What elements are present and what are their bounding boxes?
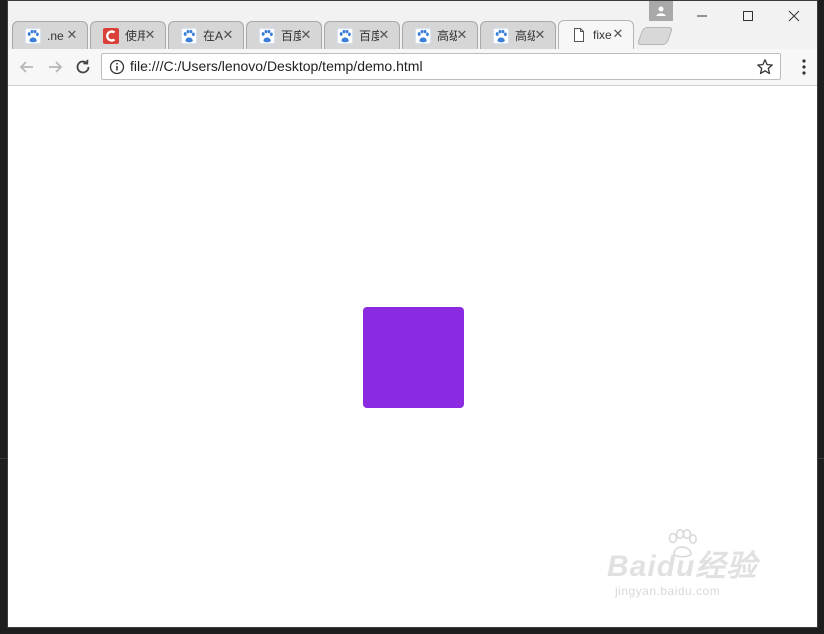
menu-dots-icon[interactable] [801,58,807,76]
bookmark-star-icon[interactable] [756,58,774,76]
page-viewport: Baidu经验 jingyan.baidu.com [8,86,817,627]
tab-title: fixe [593,28,612,42]
tab-title: 百度 [359,29,379,43]
tab-favicon [493,27,509,44]
tab-close-icon[interactable]: ✕ [533,27,547,42]
tab-close-icon[interactable]: ✕ [299,27,313,42]
tab-close-icon[interactable]: ✕ [377,27,391,42]
browser-tab[interactable]: 百度 ✕ [246,21,322,49]
title-bar: .ne ✕ 使用 ✕ 在A ✕ 百度 ✕ 百度 ✕ 高级 ✕ 高级 ✕ fixe ✕ [8,1,817,49]
baidu-paw-icon [259,27,275,44]
baidu-paw-icon [415,27,431,44]
tab-title: 高级 [515,29,535,43]
tab-close-icon[interactable]: ✕ [611,26,625,41]
tab-favicon [103,27,119,44]
arrow-right-icon [49,61,63,73]
back-button[interactable] [16,56,38,78]
forward-button[interactable] [44,56,66,78]
tab-favicon [337,27,353,44]
page-icon [574,28,584,42]
tab-close-icon[interactable]: ✕ [143,27,157,42]
browser-tab[interactable]: 高级 ✕ [480,21,556,49]
tab-favicon [415,27,431,44]
new-tab-button[interactable] [636,27,674,45]
tab-strip: .ne ✕ 使用 ✕ 在A ✕ 百度 ✕ 百度 ✕ 高级 ✕ 高级 ✕ fixe ✕ [12,19,674,49]
minimize-icon [697,15,707,17]
browser-tab[interactable]: 百度 ✕ [324,21,400,49]
reload-icon [76,59,90,74]
tab-title: 百度 [281,29,301,43]
arrow-left-icon [19,61,33,73]
window-controls [679,1,817,31]
maximize-icon [743,11,753,21]
tab-favicon [571,27,587,43]
browser-tab[interactable]: fixe ✕ [558,20,634,49]
browser-tab[interactable]: 使用 ✕ [90,21,166,49]
person-icon [656,6,666,16]
tab-close-icon[interactable]: ✕ [65,27,79,42]
tab-close-icon[interactable]: ✕ [455,27,469,42]
reload-button[interactable] [72,56,94,78]
browser-toolbar: file:///C:/Users/lenovo/Desktop/temp/dem… [8,49,817,86]
tab-close-icon[interactable]: ✕ [221,27,235,42]
baidu-jingyan-watermark: Baidu经验 jingyan.baidu.com [607,529,777,609]
baidu-paw-icon [181,27,197,44]
tab-title: 使用 [125,29,145,43]
fixed-purple-box [363,307,464,408]
minimize-button[interactable] [679,1,725,31]
close-icon [788,10,800,22]
profile-button[interactable] [649,1,673,21]
address-bar[interactable]: file:///C:/Users/lenovo/Desktop/temp/dem… [101,53,781,80]
baidu-paw-icon [337,27,353,44]
maximize-button[interactable] [725,1,771,31]
watermark-sub-text: jingyan.baidu.com [615,584,721,598]
tab-favicon [259,27,275,44]
browser-tab[interactable]: 高级 ✕ [402,21,478,49]
csdn-icon [103,27,119,44]
browser-tab[interactable]: .ne ✕ [12,21,88,49]
info-icon[interactable] [109,59,125,75]
tab-favicon [25,27,41,44]
browser-window: .ne ✕ 使用 ✕ 在A ✕ 百度 ✕ 百度 ✕ 高级 ✕ 高级 ✕ fixe ✕ [7,0,818,628]
browser-tab[interactable]: 在A ✕ [168,21,244,49]
tab-title: 在A [203,29,223,43]
tab-favicon [181,27,197,44]
close-window-button[interactable] [771,1,817,31]
watermark-main-text: Baidu经验 [607,550,758,583]
url-text[interactable]: file:///C:/Users/lenovo/Desktop/temp/dem… [130,58,423,74]
baidu-paw-icon [493,27,509,44]
baidu-paw-icon [25,27,41,44]
tab-title: 高级 [437,29,457,43]
tab-title: .ne [47,28,64,43]
